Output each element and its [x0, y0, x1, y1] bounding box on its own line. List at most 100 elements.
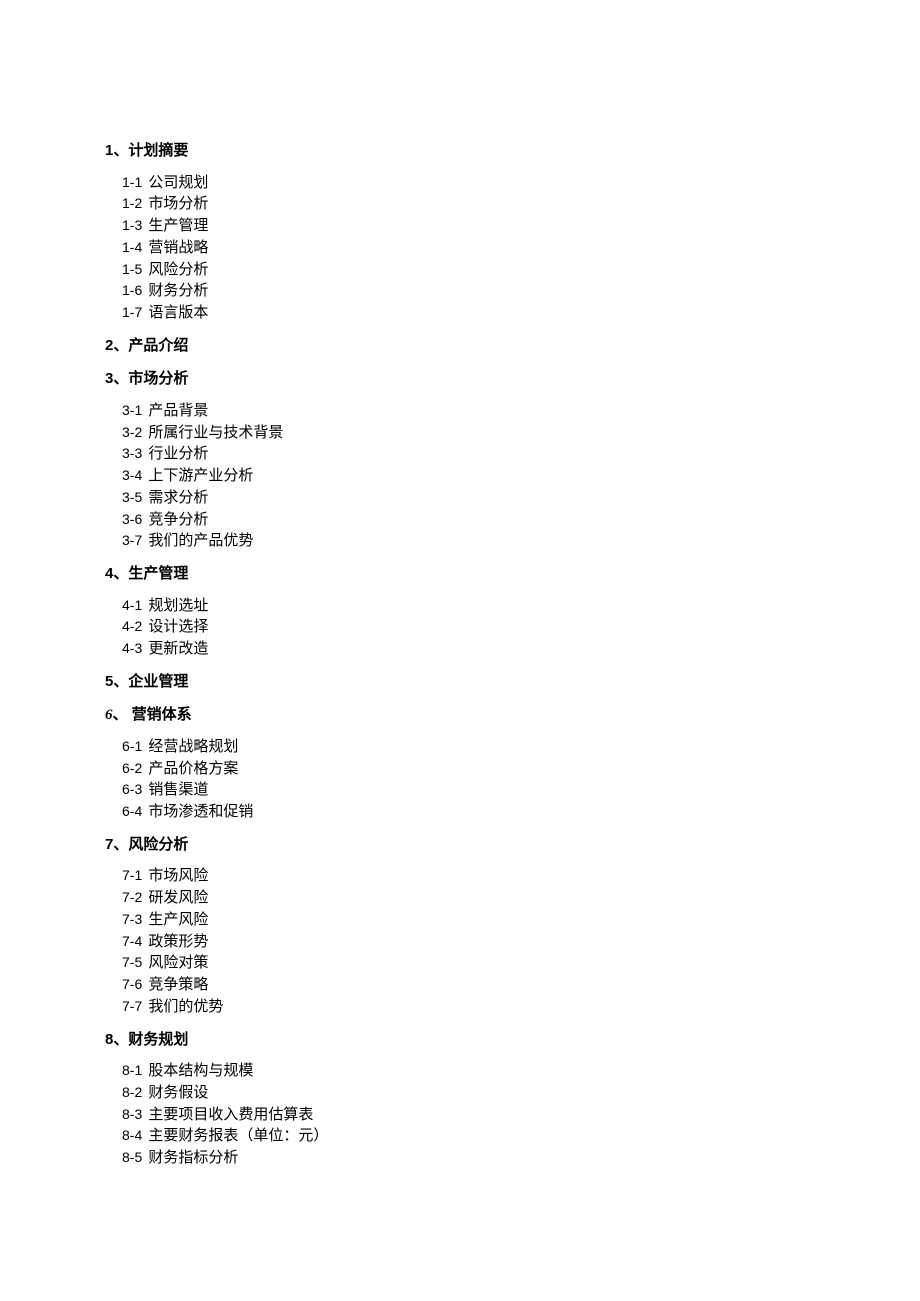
subsection-text: 财务分析	[148, 282, 208, 299]
outline-section: 7、风险分析7-1 市场风险7-2 研发风险7-3 生产风险7-4 政策形势7-…	[105, 834, 815, 1018]
subsection-list: 3-1 产品背景3-2 所属行业与技术背景3-3 行业分析3-4 上下游产业分析…	[105, 400, 815, 552]
subsection-item: 8-3 主要项目收入费用估算表	[122, 1104, 815, 1126]
subsection-list: 8-1 股本结构与规模8-2 财务假设8-3 主要项目收入费用估算表8-4 主要…	[105, 1060, 815, 1169]
document-outline: 1、计划摘要1-1 公司规划1-2 市场分析1-3 生产管理1-4 营销战略1-…	[105, 140, 815, 1169]
section-title: 2、产品介绍	[105, 335, 815, 358]
subsection-item: 3-2 所属行业与技术背景	[122, 422, 815, 444]
subsection-text: 股本结构与规模	[148, 1062, 253, 1079]
subsection-text: 财务指标分析	[148, 1149, 238, 1166]
section-separator: 、	[113, 836, 128, 853]
subsection-number: 6-4	[122, 803, 142, 819]
subsection-text: 产品背景	[148, 402, 208, 419]
subsection-item: 4-1 规划选址	[122, 595, 815, 617]
subsection-text: 行业分析	[148, 445, 208, 462]
subsection-number: 1-5	[122, 261, 142, 277]
subsection-text: 更新改造	[148, 640, 208, 657]
section-title-text: 风险分析	[128, 836, 188, 853]
subsection-item: 1-4 营销战略	[122, 237, 815, 259]
outline-section: 1、计划摘要1-1 公司规划1-2 市场分析1-3 生产管理1-4 营销战略1-…	[105, 140, 815, 324]
subsection-item: 3-4 上下游产业分析	[122, 465, 815, 487]
outline-section: 4、生产管理4-1 规划选址4-2 设计选择4-3 更新改造	[105, 563, 815, 660]
outline-section: 5、企业管理	[105, 671, 815, 694]
subsection-text: 需求分析	[148, 489, 208, 506]
section-title: 8、财务规划	[105, 1029, 815, 1052]
subsection-number: 3-2	[122, 424, 142, 440]
subsection-item: 7-1 市场风险	[122, 865, 815, 887]
subsection-item: 3-1 产品背景	[122, 400, 815, 422]
subsection-text: 设计选择	[148, 618, 208, 635]
subsection-item: 6-2 产品价格方案	[122, 758, 815, 780]
subsection-number: 7-7	[122, 998, 142, 1014]
section-title-text: 计划摘要	[128, 142, 188, 159]
subsection-item: 4-3 更新改造	[122, 638, 815, 660]
subsection-item: 7-2 研发风险	[122, 887, 815, 909]
subsection-item: 3-7 我们的产品优势	[122, 530, 815, 552]
subsection-text: 主要项目收入费用估算表	[148, 1106, 313, 1123]
subsection-number: 8-5	[122, 1149, 142, 1165]
subsection-item: 8-4 主要财务报表（单位：元）	[122, 1125, 815, 1147]
subsection-item: 4-2 设计选择	[122, 616, 815, 638]
subsection-list: 7-1 市场风险7-2 研发风险7-3 生产风险7-4 政策形势7-5 风险对策…	[105, 865, 815, 1017]
subsection-number: 8-1	[122, 1062, 142, 1078]
subsection-text: 语言版本	[148, 304, 208, 321]
subsection-text: 所属行业与技术背景	[148, 424, 283, 441]
subsection-item: 8-1 股本结构与规模	[122, 1060, 815, 1082]
section-title-text: 产品介绍	[128, 337, 188, 354]
subsection-number: 4-1	[122, 597, 142, 613]
subsection-number: 6-2	[122, 760, 142, 776]
subsection-item: 1-7 语言版本	[122, 302, 815, 324]
section-separator: 、	[113, 673, 128, 690]
section-title: 6、 营销体系	[105, 704, 815, 727]
subsection-number: 1-7	[122, 304, 142, 320]
subsection-number: 6-1	[122, 738, 142, 754]
subsection-item: 1-5 风险分析	[122, 259, 815, 281]
outline-section: 2、产品介绍	[105, 335, 815, 358]
subsection-text: 市场分析	[148, 195, 208, 212]
subsection-text: 竞争分析	[148, 511, 208, 528]
section-separator: 、	[113, 142, 128, 159]
subsection-text: 我们的优势	[148, 998, 223, 1015]
outline-section: 3、市场分析3-1 产品背景3-2 所属行业与技术背景3-3 行业分析3-4 上…	[105, 368, 815, 552]
subsection-text: 研发风险	[148, 889, 208, 906]
subsection-item: 6-3 销售渠道	[122, 779, 815, 801]
section-separator: 、	[113, 370, 128, 387]
subsection-text: 经营战略规划	[148, 738, 238, 755]
subsection-number: 3-5	[122, 489, 142, 505]
subsection-item: 3-6 竞争分析	[122, 509, 815, 531]
subsection-number: 1-2	[122, 195, 142, 211]
subsection-item: 1-1 公司规划	[122, 172, 815, 194]
subsection-item: 7-4 政策形势	[122, 931, 815, 953]
subsection-text: 我们的产品优势	[148, 532, 253, 549]
section-title: 5、企业管理	[105, 671, 815, 694]
section-title: 4、生产管理	[105, 563, 815, 586]
subsection-text: 市场渗透和促销	[148, 803, 253, 820]
section-title-text: 营销体系	[132, 706, 192, 723]
subsection-text: 竞争策略	[148, 976, 208, 993]
section-title: 1、计划摘要	[105, 140, 815, 163]
subsection-item: 8-5 财务指标分析	[122, 1147, 815, 1169]
section-separator: 、	[113, 706, 132, 723]
outline-section: 6、 营销体系6-1 经营战略规划6-2 产品价格方案6-3 销售渠道6-4 市…	[105, 704, 815, 823]
subsection-text: 产品价格方案	[148, 760, 238, 777]
subsection-number: 3-3	[122, 445, 142, 461]
subsection-text: 主要财务报表（单位：元）	[148, 1127, 328, 1144]
subsection-text: 风险对策	[148, 954, 208, 971]
subsection-text: 公司规划	[148, 174, 208, 191]
subsection-number: 7-2	[122, 889, 142, 905]
subsection-item: 7-3 生产风险	[122, 909, 815, 931]
subsection-number: 3-6	[122, 511, 142, 527]
subsection-number: 4-2	[122, 618, 142, 634]
subsection-text: 风险分析	[148, 261, 208, 278]
subsection-number: 8-3	[122, 1106, 142, 1122]
subsection-number: 7-6	[122, 976, 142, 992]
section-separator: 、	[113, 337, 128, 354]
subsection-item: 3-5 需求分析	[122, 487, 815, 509]
subsection-number: 7-4	[122, 933, 142, 949]
section-title-text: 生产管理	[128, 565, 188, 582]
subsection-item: 1-2 市场分析	[122, 193, 815, 215]
subsection-number: 4-3	[122, 640, 142, 656]
section-separator: 、	[113, 565, 128, 582]
section-title: 3、市场分析	[105, 368, 815, 391]
section-number: 6	[105, 707, 113, 723]
subsection-text: 销售渠道	[148, 781, 208, 798]
